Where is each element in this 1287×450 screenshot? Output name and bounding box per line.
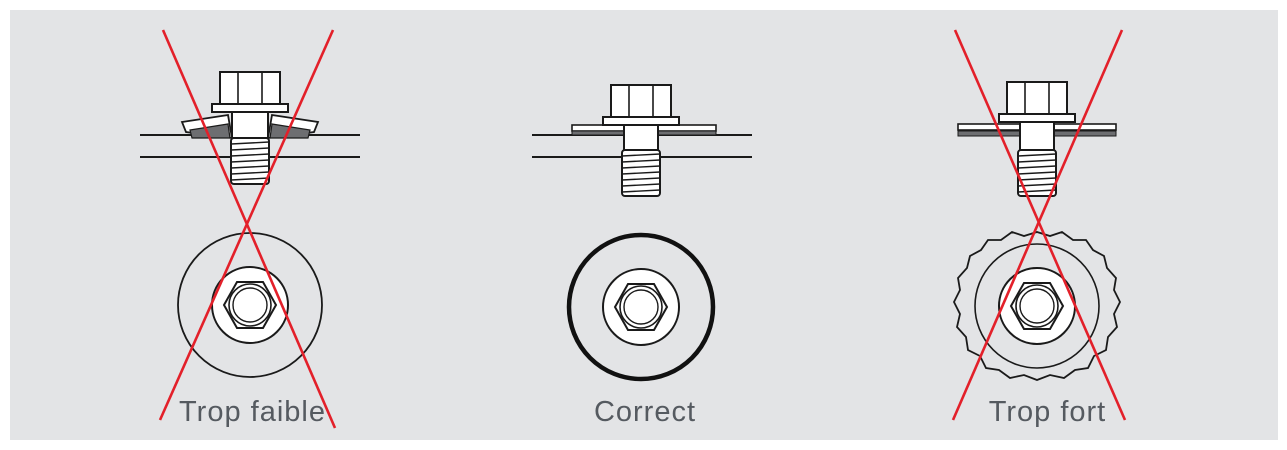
panel-too-weak bbox=[140, 29, 360, 429]
side-view-correct bbox=[532, 84, 752, 197]
label-too-weak: Trop faible bbox=[179, 396, 326, 428]
panel-correct bbox=[532, 84, 752, 382]
side-view-too-weak bbox=[140, 71, 360, 185]
top-view-too-weak bbox=[177, 232, 323, 378]
panel-too-strong bbox=[951, 29, 1127, 421]
washer-tightening-diagram bbox=[140, 29, 1127, 429]
label-too-strong: Trop fort bbox=[988, 396, 1107, 428]
top-view-correct bbox=[566, 232, 716, 382]
label-correct: Correct bbox=[593, 396, 697, 428]
